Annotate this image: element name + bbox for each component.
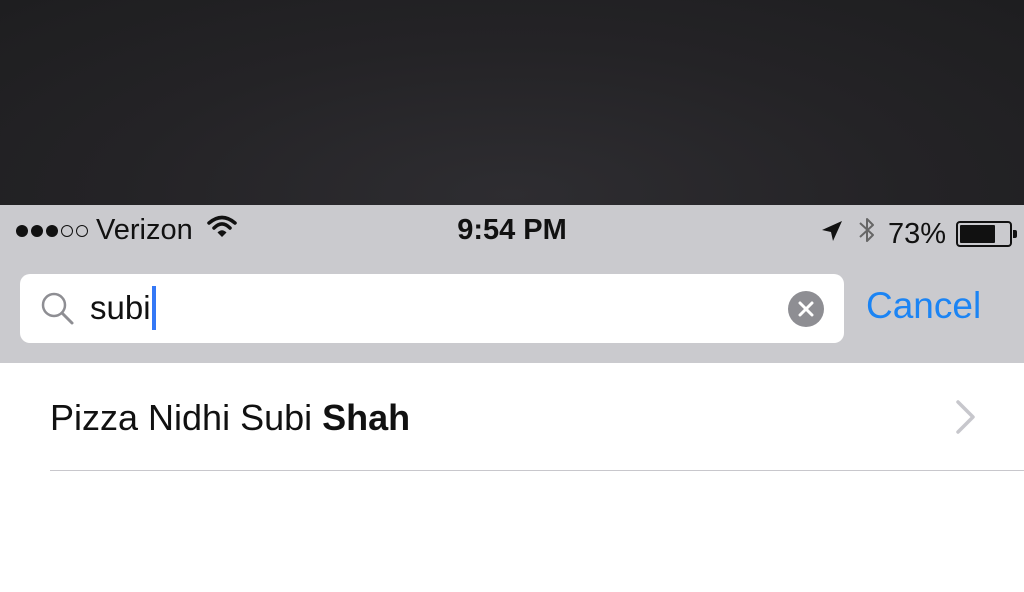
bluetooth-icon <box>858 214 876 254</box>
status-right: 73% <box>820 214 1017 254</box>
location-arrow-icon <box>820 218 844 251</box>
status-bar: Verizon 9:54 PM 73% <box>0 205 1024 257</box>
result-label-regular: Pizza Nidhi Subi <box>50 397 323 438</box>
divider <box>50 470 1024 471</box>
search-input[interactable]: subi <box>90 284 770 332</box>
text-caret <box>151 286 156 330</box>
cancel-button[interactable]: Cancel <box>866 280 981 332</box>
result-label-bold: Shah <box>322 397 411 438</box>
search-icon <box>40 291 76 332</box>
search-query-text: subi <box>90 289 151 326</box>
dimmed-background <box>0 0 1024 205</box>
battery-percent: 73% <box>887 217 946 250</box>
clear-icon[interactable] <box>788 291 824 327</box>
battery-icon <box>956 221 1017 247</box>
search-field[interactable]: subi <box>20 274 844 343</box>
chevron-right-icon <box>954 399 978 440</box>
battery-fill <box>960 225 996 243</box>
list-item[interactable]: Pizza Nidhi Subi Shah <box>0 363 1024 471</box>
result-label: Pizza Nidhi Subi Shah <box>50 397 410 439</box>
